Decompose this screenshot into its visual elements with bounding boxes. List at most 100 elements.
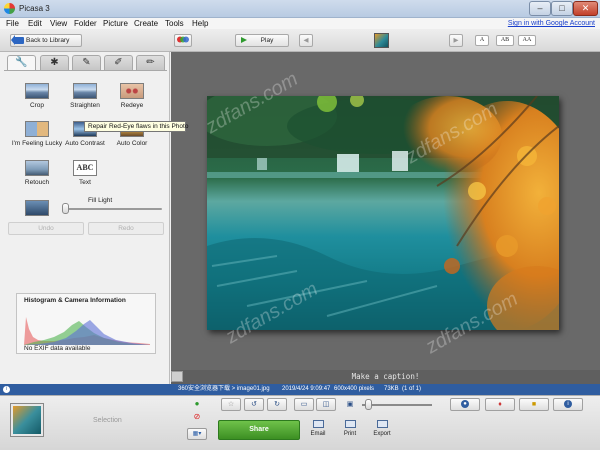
- photo-viewer: zdfans.com zdfans.com zdfans.com zdfans.…: [171, 52, 600, 370]
- people-button[interactable]: ●: [450, 398, 480, 411]
- color-tools-button[interactable]: [174, 34, 192, 47]
- histogram-panel: Histogram & Camera Information No EXIF d…: [16, 293, 156, 354]
- tag-button[interactable]: ■: [519, 398, 549, 411]
- next-photo-button[interactable]: ▶: [449, 34, 463, 47]
- close-button[interactable]: ✕: [573, 1, 598, 16]
- redeye-tool[interactable]: Redeye: [107, 83, 157, 119]
- menu-bar: File Edit View Folder Picture Create Too…: [0, 18, 600, 29]
- tab-effects-3[interactable]: ✏: [136, 55, 165, 70]
- email-button[interactable]: Email: [302, 420, 334, 442]
- properties-button[interactable]: i: [553, 398, 583, 411]
- histogram-title: Histogram & Camera Information: [24, 297, 126, 304]
- menu-edit[interactable]: Edit: [28, 18, 42, 29]
- back-to-library-button[interactable]: Back to Library: [10, 34, 82, 47]
- status-position: (1 of 1): [402, 386, 422, 392]
- toolbar: Back to Library Play ◀ ▶ A AB AA: [0, 29, 600, 52]
- crop-thumbnail: [25, 83, 49, 99]
- print-button[interactable]: Print: [334, 420, 366, 442]
- picasa-logo-icon: [4, 3, 15, 14]
- redeye-thumbnail: [120, 83, 144, 99]
- rotate-right-button[interactable]: ↻: [267, 398, 287, 411]
- exif-info-text: No EXIF data available: [24, 345, 91, 352]
- caption-input[interactable]: Make a caption!: [171, 372, 600, 381]
- printer-icon: [344, 420, 356, 428]
- map-pin-icon: ♦: [498, 401, 502, 408]
- text-size-large-button[interactable]: AA: [518, 35, 536, 46]
- fill-light-slider-track[interactable]: [62, 208, 162, 210]
- zoom-slider-track[interactable]: [362, 404, 432, 406]
- back-arrow-icon: [11, 35, 24, 45]
- minimize-button[interactable]: –: [529, 1, 551, 16]
- title-bar: Picasa 3 – □ ✕: [0, 0, 600, 18]
- text-thumbnail: ABC: [73, 160, 97, 176]
- geotag-button[interactable]: ♦: [485, 398, 515, 411]
- menu-tools[interactable]: Tools: [165, 18, 184, 29]
- menu-picture[interactable]: Picture: [103, 18, 128, 29]
- retouch-thumbnail: [25, 160, 49, 176]
- zoom-slider-handle[interactable]: [365, 399, 373, 410]
- tag-icon: ■: [531, 401, 537, 408]
- tray-photo-thumbnail[interactable]: [10, 403, 44, 437]
- email-label: Email: [310, 431, 326, 437]
- histogram-graph: [24, 317, 150, 345]
- menu-file[interactable]: File: [6, 18, 19, 29]
- palette-brush-icon: ✐: [114, 57, 123, 68]
- redeye-tooltip: Repair Red-Eye flaws in this Photo: [84, 121, 188, 132]
- menu-help[interactable]: Help: [192, 18, 208, 29]
- current-photo-thumbnail[interactable]: [374, 33, 389, 48]
- fill-light-slider-handle[interactable]: [62, 203, 69, 214]
- compare-view-button[interactable]: ◫: [316, 398, 336, 411]
- menu-create[interactable]: Create: [134, 18, 158, 29]
- add-to-album-button[interactable]: ▦▾: [187, 428, 207, 440]
- auto-color-label: Auto Color: [116, 140, 148, 147]
- brush-icon: ✎: [82, 57, 91, 68]
- zoom-picture-icon: ▣: [346, 401, 354, 408]
- export-folder-icon: [376, 420, 388, 428]
- fill-light-thumbnail: [25, 200, 49, 216]
- clear-selection-icon[interactable]: ⊘: [190, 412, 204, 422]
- person-icon: ●: [461, 400, 469, 409]
- tray-thumbnail-slot: [8, 400, 44, 442]
- star-button[interactable]: ☆: [221, 398, 241, 411]
- feeling-lucky-tool[interactable]: I'm Feeling Lucky: [12, 121, 62, 157]
- caption-bar: Make a caption!: [171, 370, 600, 384]
- redo-button[interactable]: Redo: [88, 222, 164, 235]
- text-size-small-button[interactable]: A: [475, 35, 489, 46]
- selection-label: Selection: [93, 417, 122, 424]
- text-label: Text: [79, 179, 91, 186]
- menu-view[interactable]: View: [50, 18, 67, 29]
- play-icon: [241, 37, 247, 43]
- play-label: Play: [260, 37, 274, 44]
- text-size-medium-button[interactable]: AB: [496, 35, 514, 46]
- hold-pin-icon[interactable]: ●: [190, 399, 204, 409]
- sparkle-icon: ✱: [50, 57, 59, 68]
- tab-basic-fixes[interactable]: 🔧: [7, 55, 36, 71]
- tab-tuning[interactable]: ✱: [40, 55, 69, 70]
- edit-panel: 🔧 ✱ ✎ ✐ ✏ Crop Straighten Redeye I'm Fee…: [0, 52, 188, 384]
- info-circle-icon: i: [564, 400, 572, 409]
- info-icon[interactable]: i: [3, 386, 10, 393]
- sign-in-link[interactable]: Sign in with Google Account: [508, 18, 595, 29]
- play-slideshow-button[interactable]: Play: [235, 34, 289, 47]
- tab-effects-1[interactable]: ✎: [72, 55, 101, 70]
- single-view-button[interactable]: ▭: [294, 398, 314, 411]
- share-button[interactable]: Share: [218, 420, 300, 440]
- straighten-tool[interactable]: Straighten: [60, 83, 110, 119]
- retouch-tool[interactable]: Retouch: [12, 160, 62, 196]
- print-label: Print: [343, 431, 357, 437]
- tab-effects-2[interactable]: ✐: [104, 55, 133, 70]
- crop-tool[interactable]: Crop: [12, 83, 62, 119]
- status-filesize: 73KB: [384, 386, 399, 392]
- export-label: Export: [373, 431, 391, 437]
- rotate-left-button[interactable]: ↺: [244, 398, 264, 411]
- text-tool[interactable]: ABC Text: [60, 160, 110, 196]
- undo-button[interactable]: Undo: [8, 222, 84, 235]
- previous-photo-button[interactable]: ◀: [299, 34, 313, 47]
- status-datetime: 2019/4/24 9:09:47: [282, 386, 331, 392]
- tab-divider: [4, 70, 167, 71]
- menu-folder[interactable]: Folder: [74, 18, 97, 29]
- maximize-button[interactable]: □: [551, 1, 573, 16]
- color-wheel-icon: [177, 36, 189, 43]
- export-button[interactable]: Export: [366, 420, 398, 442]
- status-path: 360安全浏览器下载 > image01.jpg: [178, 386, 270, 392]
